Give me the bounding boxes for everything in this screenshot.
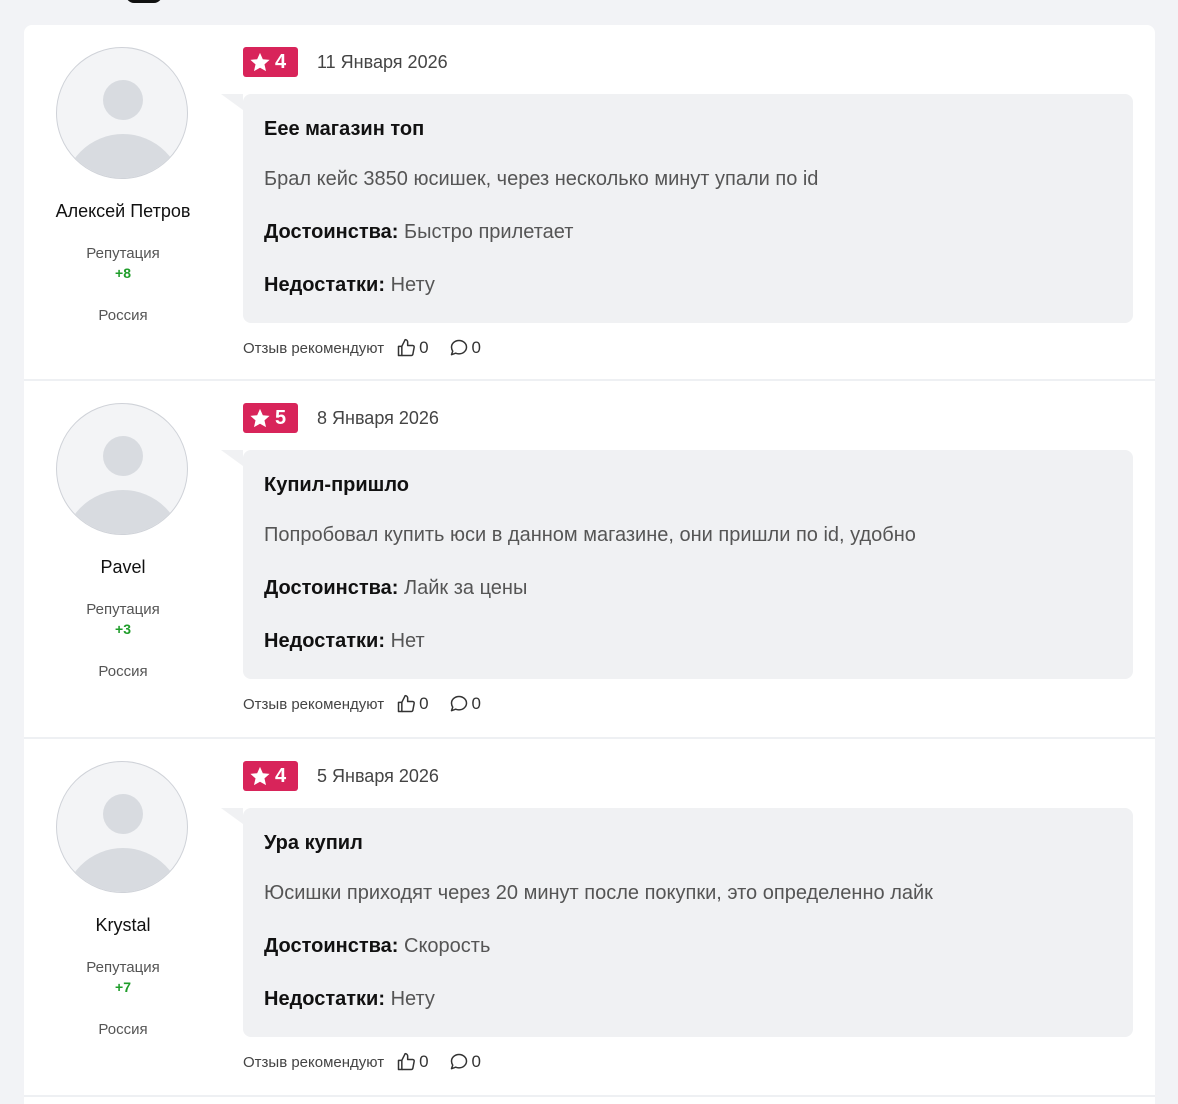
cons-value: Нет bbox=[390, 630, 425, 652]
rating-badge: 4 bbox=[243, 761, 298, 791]
pros-label: Достоинства: bbox=[264, 577, 399, 599]
rating-value: 4 bbox=[275, 50, 287, 73]
pros-value: Лайк за цены bbox=[404, 577, 528, 599]
thumbs-up-icon bbox=[397, 1052, 416, 1071]
review-content: Ура купил Юсишки приходят через 20 минут… bbox=[221, 808, 1133, 1037]
recommend-label: Отзыв рекомендуют bbox=[243, 695, 385, 713]
top-element-stub bbox=[126, 0, 162, 3]
review-item: Pavel Репутация +3 Россия 5 8 Января 202… bbox=[24, 381, 1155, 739]
reputation-value: +3 bbox=[115, 621, 131, 637]
recommend-label: Отзыв рекомендуют bbox=[243, 339, 385, 357]
reputation-label: Репутация bbox=[86, 601, 160, 618]
like-button[interactable]: 0 bbox=[396, 694, 429, 714]
star-icon bbox=[250, 408, 270, 427]
review-pros: Достоинства: Скорость bbox=[264, 935, 490, 958]
reviews-list: Алексей Петров Репутация +8 Россия 4 11 … bbox=[24, 25, 1155, 1104]
user-placeholder-icon[interactable] bbox=[56, 761, 188, 893]
review-cons: Недостатки: Нету bbox=[264, 274, 435, 297]
review-title: Ура купил bbox=[264, 832, 363, 854]
thumbs-up-icon bbox=[397, 694, 416, 713]
thumbs-up-icon bbox=[397, 338, 416, 357]
rating-value: 4 bbox=[275, 764, 287, 787]
cons-label: Недостатки: bbox=[264, 988, 386, 1010]
review-content: Купил-пришло Попробовал купить юси в дан… bbox=[221, 450, 1133, 679]
review-title: Купил-пришло bbox=[264, 474, 409, 496]
author-country: Россия bbox=[98, 1021, 148, 1038]
review-footer: Отзыв рекомендуют 0 0 bbox=[243, 338, 501, 358]
star-icon bbox=[250, 52, 270, 71]
review-pros: Достоинства: Быстро прилетает bbox=[264, 221, 573, 244]
author-country: Россия bbox=[98, 663, 148, 680]
author-country: Россия bbox=[98, 307, 148, 324]
user-placeholder-icon[interactable] bbox=[56, 403, 188, 535]
rating-badge: 5 bbox=[243, 403, 298, 433]
comment-count: 0 bbox=[471, 1052, 482, 1071]
cons-value: Нету bbox=[390, 988, 435, 1010]
review-title: Еее магазин топ bbox=[264, 118, 425, 140]
reputation-label: Репутация bbox=[86, 245, 160, 262]
like-button[interactable]: 0 bbox=[396, 1052, 429, 1072]
reputation-label: Репутация bbox=[86, 959, 160, 976]
review-text: Брал кейс 3850 юсишек, через несколько м… bbox=[264, 168, 819, 190]
review-date: 8 Января 2026 bbox=[317, 408, 439, 428]
review-text: Юсишки приходят через 20 минут после пок… bbox=[264, 882, 933, 904]
review-content: Еее магазин топ Брал кейс 3850 юсишек, ч… bbox=[221, 94, 1133, 323]
cons-label: Недостатки: bbox=[264, 274, 386, 296]
comment-bubble-icon bbox=[450, 695, 467, 712]
review-date: 5 Января 2026 bbox=[317, 766, 439, 786]
review-pros: Достоинства: Лайк за цены bbox=[264, 577, 527, 600]
user-placeholder-icon[interactable] bbox=[56, 47, 188, 179]
review-item: Алексей Петров Репутация +8 Россия 4 11 … bbox=[24, 25, 1155, 381]
comment-bubble-icon bbox=[450, 1053, 467, 1070]
rating-value: 5 bbox=[275, 406, 287, 429]
review-footer: Отзыв рекомендуют 0 0 bbox=[243, 694, 501, 714]
comment-bubble-icon bbox=[450, 339, 467, 356]
review-cons: Недостатки: Нет bbox=[264, 630, 425, 653]
reputation-value: +7 bbox=[115, 979, 131, 995]
review-cons: Недостатки: Нету bbox=[264, 988, 435, 1011]
like-count: 0 bbox=[419, 338, 429, 357]
comment-button[interactable]: 0 bbox=[449, 338, 481, 358]
author-name[interactable]: Алексей Петров bbox=[24, 201, 222, 222]
review-item: Krystal Репутация +7 Россия 4 5 Января 2… bbox=[24, 739, 1155, 1097]
review-text: Попробовал купить юси в данном магазине,… bbox=[264, 524, 916, 546]
comment-count: 0 bbox=[471, 338, 482, 357]
recommend-label: Отзыв рекомендуют bbox=[243, 1053, 385, 1071]
like-button[interactable]: 0 bbox=[396, 338, 429, 358]
pros-label: Достоинства: bbox=[264, 935, 399, 957]
pros-label: Достоинства: bbox=[264, 221, 399, 243]
review-footer: Отзыв рекомендуют 0 0 bbox=[243, 1052, 501, 1072]
author-name[interactable]: Krystal bbox=[24, 915, 222, 936]
comment-count: 0 bbox=[471, 694, 482, 713]
cons-label: Недостатки: bbox=[264, 630, 386, 652]
star-icon bbox=[250, 766, 270, 785]
rating-badge: 4 bbox=[243, 47, 298, 77]
cons-value: Нету bbox=[390, 274, 435, 296]
reputation-value: +8 bbox=[115, 265, 131, 281]
author-name[interactable]: Pavel bbox=[24, 557, 222, 578]
like-count: 0 bbox=[419, 1052, 429, 1071]
comment-button[interactable]: 0 bbox=[449, 1052, 481, 1072]
like-count: 0 bbox=[419, 694, 429, 713]
review-date: 11 Января 2026 bbox=[317, 52, 448, 72]
pros-value: Быстро прилетает bbox=[404, 221, 574, 243]
pros-value: Скорость bbox=[404, 935, 491, 957]
comment-button[interactable]: 0 bbox=[449, 694, 481, 714]
